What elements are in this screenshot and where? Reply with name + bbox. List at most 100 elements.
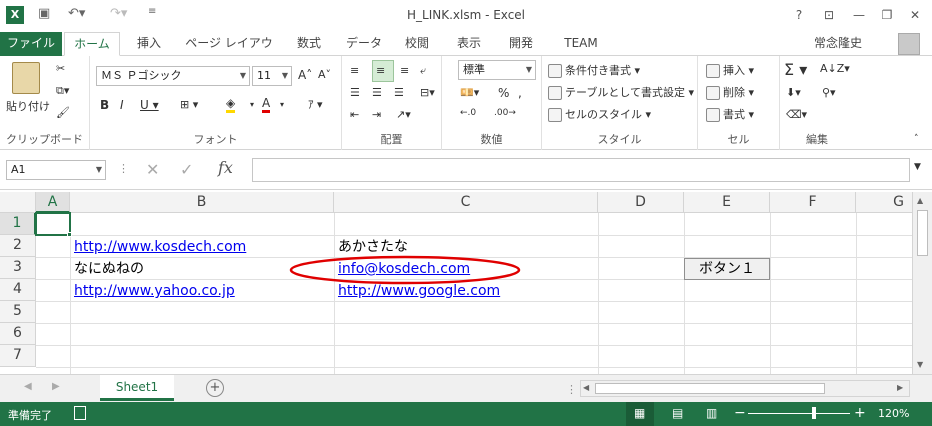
row-header-3[interactable]: 3 [0, 257, 36, 279]
help-icon[interactable]: ? [786, 4, 812, 26]
tab-review[interactable]: 校閲 [400, 32, 434, 56]
paste-icon[interactable] [12, 62, 40, 94]
italic-button[interactable]: I [120, 98, 124, 112]
next-sheet-icon[interactable]: ▶ [52, 381, 60, 392]
insert-cells-button[interactable]: 挿入 ▾ [706, 62, 754, 78]
zoom-in-icon[interactable]: + [854, 405, 866, 421]
expand-formula-icon[interactable]: ▼ [914, 162, 921, 172]
zoom-slider-thumb[interactable] [812, 407, 816, 419]
user-name[interactable]: 常念隆史 [798, 32, 878, 56]
increase-indent-icon[interactable]: ⇥ [372, 108, 381, 121]
page-layout-view-icon[interactable]: ▤ [672, 406, 683, 420]
underline-button[interactable]: U ▾ [140, 98, 159, 112]
fill-icon[interactable]: ⬇▾ [786, 86, 801, 99]
restore-button[interactable]: ❐ [874, 4, 900, 26]
horizontal-scroll-thumb[interactable] [595, 383, 825, 394]
comma-icon[interactable]: , [518, 86, 522, 100]
cell-styles-button[interactable]: セルのスタイル ▾ [548, 106, 651, 122]
font-size-select[interactable]: 11 ▼ [252, 66, 292, 86]
cell-b2-link[interactable]: http://www.kosdech.com [74, 236, 246, 258]
tab-developer[interactable]: 開発 [504, 32, 538, 56]
prev-sheet-icon[interactable]: ◀ [24, 381, 32, 392]
format-as-table-button[interactable]: テーブルとして書式設定 ▾ [548, 84, 694, 100]
column-header-g[interactable]: G [856, 192, 912, 213]
zoom-level[interactable]: 120% [878, 407, 909, 420]
copy-icon[interactable]: ⧉▾ [56, 84, 69, 98]
tab-view[interactable]: 表示 [452, 32, 486, 56]
cut-icon[interactable]: ✂ [56, 62, 65, 75]
font-name-select[interactable]: ＭＳ Ｐゴシック ▼ [96, 66, 250, 86]
horizontal-scrollbar[interactable]: ◀ ▶ [580, 380, 910, 397]
row-header-5[interactable]: 5 [0, 301, 36, 323]
cell-b3[interactable]: なにぬねの [74, 258, 144, 280]
scroll-left-icon[interactable]: ◀ [583, 383, 589, 392]
orientation-icon[interactable]: ↗▾ [396, 108, 411, 121]
enter-icon[interactable]: ✓ [180, 160, 193, 179]
bold-button[interactable]: B [100, 98, 109, 112]
format-cells-button[interactable]: 書式 ▾ [706, 106, 754, 122]
formula-input[interactable] [252, 158, 910, 182]
minimize-button[interactable]: — [846, 4, 872, 26]
row-header-7[interactable]: 7 [0, 345, 36, 367]
chevron-down-icon[interactable]: ▾ [280, 100, 284, 109]
paste-button[interactable]: 貼り付け [6, 98, 50, 114]
format-painter-icon[interactable]: 🖌 [56, 106, 70, 119]
decrease-decimal-icon[interactable]: .00→ [494, 108, 516, 118]
insert-function-button[interactable]: fx [218, 158, 233, 177]
chevron-down-icon[interactable]: ▾ [250, 100, 254, 109]
tab-team[interactable]: TEAM [558, 32, 604, 56]
collapse-ribbon-icon[interactable]: ˄ [914, 134, 919, 144]
tab-file[interactable]: ファイル [0, 32, 62, 56]
currency-icon[interactable]: 💴▾ [460, 86, 479, 99]
align-bottom-icon[interactable]: ≡ [400, 64, 409, 77]
row-header-6[interactable]: 6 [0, 323, 36, 345]
tab-formulas[interactable]: 数式 [290, 32, 328, 56]
zoom-out-icon[interactable]: − [734, 405, 746, 421]
row-header-4[interactable]: 4 [0, 279, 36, 301]
macro-record-icon[interactable] [74, 406, 86, 420]
grow-font-button[interactable]: A˄ [298, 68, 312, 82]
percent-icon[interactable]: % [498, 86, 509, 100]
fill-color-icon[interactable]: ◈ [226, 96, 236, 113]
worksheet-grid[interactable]: A B C D E F G 1 2 3 4 5 6 7 http://www.k… [0, 192, 912, 374]
shrink-font-button[interactable]: A˅ [318, 68, 331, 81]
row-header-1[interactable]: 1 [0, 213, 36, 235]
cancel-icon[interactable]: ✕ [146, 160, 159, 179]
button-1[interactable]: ボタン１ [684, 258, 770, 280]
column-header-e[interactable]: E [684, 192, 770, 213]
cell-b4-link[interactable]: http://www.yahoo.co.jp [74, 280, 235, 302]
delete-cells-button[interactable]: 削除 ▾ [706, 84, 754, 100]
tab-insert[interactable]: 挿入 [132, 32, 166, 56]
vertical-scrollbar[interactable]: ▲ ▼ [912, 192, 932, 374]
column-header-d[interactable]: D [598, 192, 684, 213]
merge-center-icon[interactable]: ⊟▾ [420, 86, 435, 99]
borders-icon[interactable]: ⊞ ▾ [180, 98, 198, 111]
wrap-text-icon[interactable]: ⤶ [420, 64, 426, 78]
sort-filter-icon[interactable]: A↓Z▾ [820, 62, 850, 75]
scroll-up-icon[interactable]: ▲ [917, 196, 923, 205]
column-header-a[interactable]: A [36, 192, 70, 213]
page-break-view-icon[interactable]: ▥ [706, 406, 717, 420]
column-header-b[interactable]: B [70, 192, 334, 213]
name-box[interactable]: A1 ▼ [6, 160, 106, 180]
align-left-icon[interactable]: ☰ [350, 86, 360, 99]
avatar[interactable] [898, 33, 920, 55]
clear-icon[interactable]: ⌫▾ [786, 108, 807, 121]
align-center-icon[interactable]: ☰ [372, 86, 382, 99]
select-all-corner[interactable] [0, 192, 36, 213]
tab-data[interactable]: データ [344, 32, 384, 56]
new-sheet-icon[interactable]: + [206, 379, 224, 397]
tab-page-layout[interactable]: ページ レイアウト [184, 32, 274, 72]
align-right-icon[interactable]: ☰ [394, 86, 404, 99]
phonetic-icon[interactable]: ｱ ▾ [308, 96, 323, 112]
conditional-format-button[interactable]: 条件付き書式 ▾ [548, 62, 640, 78]
close-button[interactable]: ✕ [902, 4, 928, 26]
find-select-icon[interactable]: ⚲▾ [822, 86, 836, 99]
column-header-f[interactable]: F [770, 192, 856, 213]
zoom-slider[interactable] [748, 413, 850, 414]
decrease-indent-icon[interactable]: ⇤ [350, 108, 359, 121]
active-cell-a1[interactable] [35, 212, 71, 236]
autosum-icon[interactable]: Σ ▾ [784, 60, 807, 79]
tab-home[interactable]: ホーム [64, 32, 120, 56]
sheet-tab-sheet1[interactable]: Sheet1 [100, 375, 174, 401]
